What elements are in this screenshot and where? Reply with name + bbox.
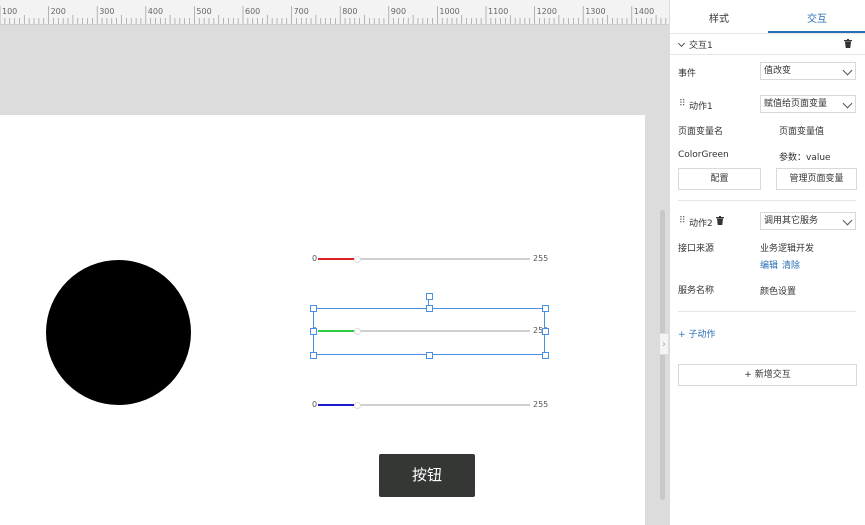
- ruler-label: 1100: [488, 7, 508, 16]
- resize-handle-bottom-right[interactable]: [542, 352, 549, 359]
- resize-handle-right[interactable]: [542, 328, 549, 335]
- ruler-label: 1400: [634, 7, 654, 16]
- horizontal-ruler: 100 200 300 400 500 600 700 800 900 1000 1100 1200 1…: [0, 0, 669, 25]
- ruler-label: 1200: [537, 7, 557, 16]
- chevron-down-icon: [842, 215, 853, 226]
- source-label: 接口来源: [678, 244, 715, 254]
- rotate-handle[interactable]: [426, 293, 433, 300]
- slider-min-label: 0: [312, 254, 318, 263]
- event-select-value: 值改变: [764, 66, 792, 76]
- event-select[interactable]: 值改变: [760, 62, 856, 80]
- ruler-label: 500: [196, 7, 211, 16]
- color-circle[interactable]: [46, 260, 191, 405]
- action1-type-value: 赋值给页面变量: [764, 99, 828, 109]
- slider-fill: [318, 258, 355, 260]
- resize-handle-top-left[interactable]: [310, 305, 317, 312]
- tab-style[interactable]: 样式: [670, 0, 768, 33]
- artboard[interactable]: 0 255 0 255 0 255: [0, 115, 645, 525]
- add-sub-action-link[interactable]: + 子动作: [678, 327, 715, 340]
- ruler-label: 1300: [585, 7, 605, 16]
- slider-max-label: 255: [533, 400, 549, 409]
- slider-min-label: 0: [312, 400, 318, 409]
- variable-name: ColorGreen: [678, 150, 729, 160]
- chevron-down-icon: [842, 65, 853, 76]
- slider-track[interactable]: [318, 402, 530, 409]
- resize-handle-top-right[interactable]: [542, 305, 549, 312]
- panel-collapse-toggle[interactable]: ›: [659, 333, 669, 355]
- slider-max-label: 255: [533, 254, 549, 263]
- variable-value: 参数：value: [779, 153, 831, 163]
- column-header-var-value: 页面变量值: [779, 127, 825, 137]
- ruler-label: 900: [391, 7, 406, 16]
- canvas-area[interactable]: 0 255 0 255 0 255: [0, 25, 669, 525]
- interaction-title: 交互1: [689, 41, 713, 51]
- action2-type-value: 调用其它服务: [764, 216, 819, 226]
- interaction-header[interactable]: 交互1: [677, 38, 713, 51]
- action1-type-select[interactable]: 赋值给页面变量: [760, 95, 856, 113]
- event-label: 事件: [678, 69, 697, 79]
- config-button[interactable]: 配置: [678, 168, 761, 190]
- clear-link[interactable]: 清除: [782, 258, 800, 271]
- drag-handle-icon[interactable]: ⠿: [679, 216, 686, 226]
- tab-interaction[interactable]: 交互: [768, 0, 865, 33]
- chevron-down-icon: [842, 98, 853, 109]
- ruler-label: 700: [294, 7, 309, 16]
- divider: [678, 200, 856, 201]
- divider: [678, 311, 856, 312]
- slider-thumb[interactable]: [354, 256, 362, 263]
- action2-label: 动作2: [689, 219, 713, 229]
- divider: [670, 54, 865, 55]
- ruler-label: 800: [342, 7, 357, 16]
- resize-handle-left[interactable]: [310, 328, 317, 335]
- ruler-label: 200: [51, 7, 66, 16]
- action1-label: 动作1: [689, 102, 713, 112]
- service-name-label: 服务名称: [678, 286, 715, 296]
- slider-fill: [318, 404, 355, 406]
- manage-page-variables-button[interactable]: 管理页面变量: [776, 168, 857, 190]
- red-slider[interactable]: 0 255: [310, 252, 549, 266]
- source-value: 业务逻辑开发: [760, 244, 815, 254]
- ruler-label: 100: [2, 7, 17, 16]
- canvas-button[interactable]: 按钮: [379, 454, 475, 497]
- drag-handle-icon[interactable]: ⠿: [679, 99, 686, 109]
- selection-box[interactable]: [313, 308, 545, 355]
- action2-type-select[interactable]: 调用其它服务: [760, 212, 856, 230]
- panel-tabs: 样式 交互: [670, 0, 865, 34]
- delete-action-icon[interactable]: [716, 216, 724, 225]
- ruler-label: 400: [148, 7, 163, 16]
- blue-slider[interactable]: 0 255: [310, 398, 549, 412]
- column-header-var-name: 页面变量名: [678, 127, 724, 137]
- resize-handle-bottom-left[interactable]: [310, 352, 317, 359]
- resize-handle-top[interactable]: [426, 305, 433, 312]
- ruler-label: 300: [99, 7, 114, 16]
- slider-track[interactable]: [318, 256, 530, 263]
- properties-panel: 样式 交互 交互1 事件 值改变 ⠿ 动作1 赋值给页面变量 页面变量名 页面变…: [669, 0, 865, 525]
- ruler-label: 1000: [439, 7, 459, 16]
- ruler-ticks: 100 200 300 400 500 600 700 800 900 1000 1100 1200 1…: [0, 6, 667, 24]
- ruler-label: 600: [245, 7, 260, 16]
- resize-handle-bottom[interactable]: [426, 352, 433, 359]
- active-tab-indicator: [768, 31, 865, 33]
- add-interaction-button[interactable]: + 新增交互: [678, 364, 857, 386]
- chevron-down-icon: [677, 39, 686, 48]
- delete-interaction-icon[interactable]: [844, 39, 852, 48]
- service-name-value: 颜色设置: [760, 287, 797, 297]
- slider-thumb[interactable]: [354, 402, 362, 409]
- edit-link[interactable]: 编辑: [760, 258, 778, 271]
